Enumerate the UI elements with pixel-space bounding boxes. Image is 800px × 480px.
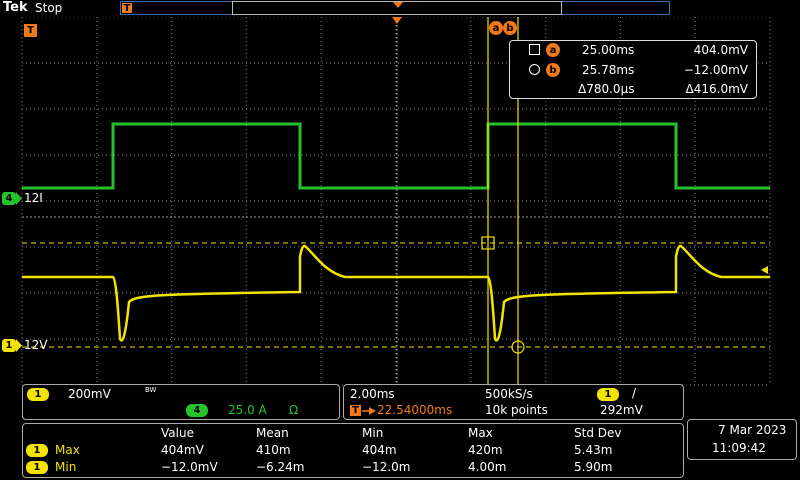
measurement-cell: −12.0mV [161, 460, 218, 474]
ch4-ground-marker[interactable]: 4 [2, 192, 16, 205]
measurement-header-value: Value [161, 426, 194, 440]
cursor-b-top-marker[interactable]: b [503, 21, 517, 35]
ch1-ground-marker[interactable]: 1 [2, 339, 16, 352]
record-length: 10k points [485, 403, 548, 417]
cursor-a-top-marker[interactable]: a [489, 21, 503, 35]
measurement-row-name[interactable]: Max [55, 443, 80, 457]
cursor-a-value: 404.0mV [693, 43, 748, 57]
measurement-cell: 404mV [161, 443, 204, 457]
ch1-badge[interactable]: 1 [27, 388, 49, 401]
cursor-a-square-icon [529, 44, 540, 55]
measurement-cell: 5.43m [574, 443, 613, 457]
measurement-row-name[interactable]: Min [55, 460, 76, 474]
cursor-readout-panel[interactable]: a 25.00ms 404.0mV b 25.78ms −12.00mV Δ78… [509, 40, 757, 99]
measurement-cell: −12.0m [362, 460, 411, 474]
measurement-cell: 5.90m [574, 460, 613, 474]
datetime-panel: 7 Mar 2023 11:09:42 [687, 419, 797, 460]
cursor-b-badge: b [546, 63, 560, 77]
trigger-slope-icon[interactable]: / [632, 386, 636, 400]
trigger-point-marker[interactable]: T [24, 24, 37, 37]
horizontal-scale[interactable]: 2.00ms [350, 387, 395, 401]
measurement-cell: 4.00m [468, 460, 507, 474]
trigger-delay-arrow-icon [362, 407, 376, 415]
measurement-cell: 404m [362, 443, 397, 457]
measurement-header-min: Min [362, 426, 384, 440]
record-trigger-marker: T [122, 2, 132, 14]
measurement-header-mean: Mean [256, 426, 289, 440]
cursor-b-value: −12.00mV [683, 63, 748, 77]
brand-logo: Tek [3, 0, 28, 15]
measurement-header-max: Max [468, 426, 493, 440]
cursor-b-time: 25.78ms [582, 63, 635, 77]
sample-rate: 500kS/s [485, 387, 533, 401]
trigger-position-value[interactable]: 22.54000ms [377, 403, 452, 417]
measurement-row-channel-badge: 1 [26, 461, 48, 474]
measurement-panel[interactable]: Value Mean Min Max Std Dev 1 Max 404mV 4… [22, 423, 684, 478]
measurement-cell: 420m [468, 443, 503, 457]
ch1-reference-label: 12V [24, 338, 48, 352]
ch4-marker-arrow-icon [16, 192, 22, 205]
ch4-reference-label: 12I [24, 191, 43, 205]
trigger-position-icon: T [350, 405, 361, 416]
ch4-badge[interactable]: 4 [186, 404, 208, 417]
acquisition-state[interactable]: Stop [35, 1, 62, 15]
cursor-delta-time: Δ780.0µs [578, 82, 635, 96]
cursor-delta-value: Δ416.0mV [685, 82, 748, 96]
time-display: 11:09:42 [712, 441, 766, 455]
trigger-level[interactable]: 292mV [600, 403, 643, 417]
channel-scale-panel[interactable]: 1 200mV BW 4 25.0 A Ω [22, 384, 340, 420]
ch4-scale[interactable]: 25.0 A [228, 403, 267, 417]
cursor-b-circle-icon [529, 64, 540, 75]
measurement-header-stddev: Std Dev [574, 426, 622, 440]
cursor-a-badge: a [546, 43, 560, 57]
ch4-termination-icon: Ω [289, 403, 299, 417]
ch1-scale[interactable]: 200mV [68, 387, 111, 401]
cursor-a-time: 25.00ms [582, 43, 635, 57]
ch1-bandwidth-limit-icon: BW [145, 386, 157, 394]
measurement-row-channel-badge: 1 [26, 444, 48, 457]
measurement-cell: −6.24m [256, 460, 305, 474]
trigger-source-badge[interactable]: 1 [597, 388, 619, 401]
date-display: 7 Mar 2023 [718, 423, 787, 437]
record-center-marker [393, 2, 403, 8]
timebase-panel[interactable]: 2.00ms 500kS/s 1 / T 22.54000ms 10k poin… [343, 384, 684, 420]
ch1-marker-arrow-icon [16, 339, 22, 352]
measurement-cell: 410m [256, 443, 291, 457]
